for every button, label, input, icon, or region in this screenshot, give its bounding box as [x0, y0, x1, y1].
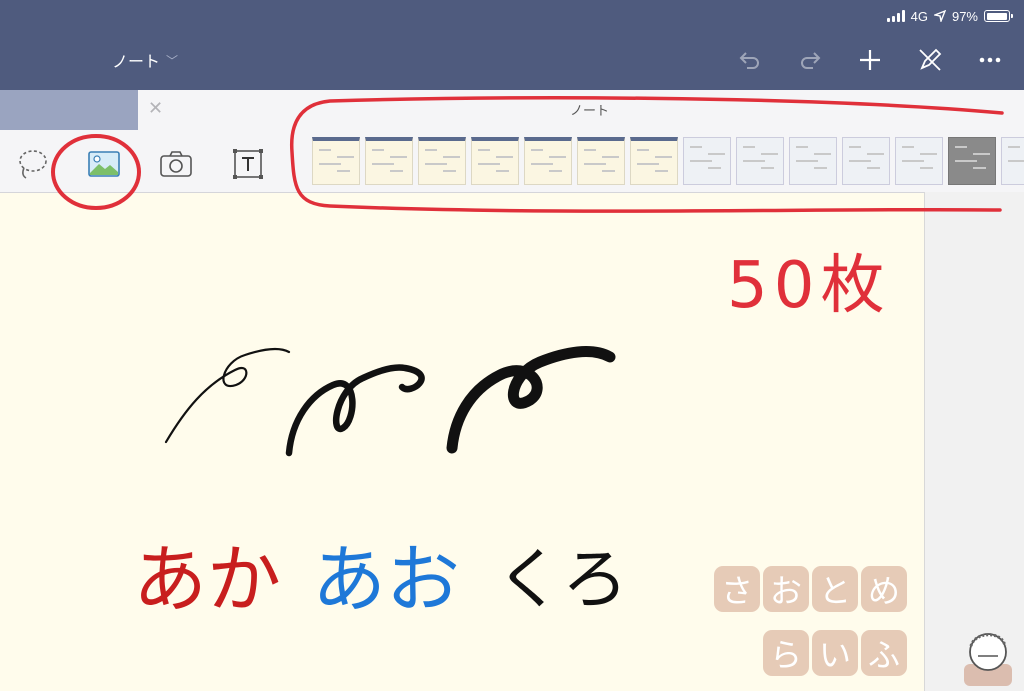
- battery-icon: [984, 10, 1013, 22]
- image-thumbnail[interactable]: [577, 137, 625, 185]
- text-box-icon: [233, 149, 263, 179]
- status-bar: 4G 97%: [886, 6, 1013, 26]
- signal-icon: [886, 10, 905, 22]
- undo-icon: [739, 52, 759, 69]
- image-thumbnail[interactable]: [1001, 137, 1024, 185]
- network-label: 4G: [910, 8, 928, 24]
- pen-toggle-button[interactable]: [914, 44, 946, 76]
- more-icon: [979, 57, 1001, 63]
- location-icon: [933, 10, 946, 22]
- watermark-char: ら: [763, 630, 809, 676]
- image-thumbnail[interactable]: [683, 137, 731, 185]
- thick-stroke: [446, 346, 616, 454]
- watermark-char: め: [861, 566, 907, 612]
- panel-title: ノート: [570, 104, 610, 119]
- top-bar: 4G 97% ノート ﹀: [0, 0, 1024, 90]
- lasso-icon: [19, 150, 47, 179]
- notebook-title-menu[interactable]: ノート ﹀: [112, 48, 178, 72]
- redo-button[interactable]: [794, 44, 826, 76]
- word-black: くろ: [496, 541, 628, 618]
- insert-tools: [14, 146, 266, 182]
- add-button[interactable]: [854, 44, 886, 76]
- image-thumbnail[interactable]: [948, 137, 996, 185]
- image-thumbnail[interactable]: [842, 137, 890, 185]
- pen-off-icon: [919, 48, 942, 71]
- thin-stroke: [164, 347, 291, 444]
- camera-icon: [160, 151, 192, 177]
- watermark-char: ふ: [861, 630, 907, 676]
- image-icon: [88, 151, 120, 177]
- image-thumbnail[interactable]: [895, 137, 943, 185]
- word-blue: あお: [312, 537, 460, 623]
- watermark: ら い ふ: [763, 630, 907, 676]
- camera-button[interactable]: [158, 146, 194, 182]
- undo-button[interactable]: [734, 44, 766, 76]
- watermark-char: お: [763, 566, 809, 612]
- watermark-char: と: [812, 566, 858, 612]
- image-thumbnail[interactable]: [524, 137, 572, 185]
- medium-stroke: [285, 364, 425, 457]
- plus-icon: [860, 50, 880, 70]
- close-icon[interactable]: ✕: [148, 98, 163, 119]
- image-button[interactable]: [86, 146, 122, 182]
- image-thumbnail[interactable]: [736, 137, 784, 185]
- notebook-title: ノート: [112, 52, 161, 71]
- chevron-down-icon: ﹀: [166, 53, 179, 68]
- redo-icon: [801, 52, 821, 69]
- image-thumbnail[interactable]: [312, 137, 360, 185]
- watermark: さ お と め: [714, 566, 907, 612]
- text-box-button[interactable]: [230, 146, 266, 182]
- annotation-text: 50枚: [727, 249, 891, 323]
- next-page-edge: [924, 192, 1024, 691]
- watermark-char: い: [812, 630, 858, 676]
- image-thumbnail[interactable]: [471, 137, 519, 185]
- image-thumbnail[interactable]: [365, 137, 413, 185]
- image-thumbnail[interactable]: [789, 137, 837, 185]
- lasso-button[interactable]: [14, 146, 50, 182]
- battery-percent: 97%: [951, 8, 978, 24]
- more-button[interactable]: [974, 44, 1006, 76]
- image-thumbnail[interactable]: [418, 137, 466, 185]
- word-red: あか: [133, 537, 281, 623]
- image-thumbnail-strip: [312, 137, 1024, 187]
- watermark-char: さ: [714, 566, 760, 612]
- image-thumbnail[interactable]: [630, 137, 678, 185]
